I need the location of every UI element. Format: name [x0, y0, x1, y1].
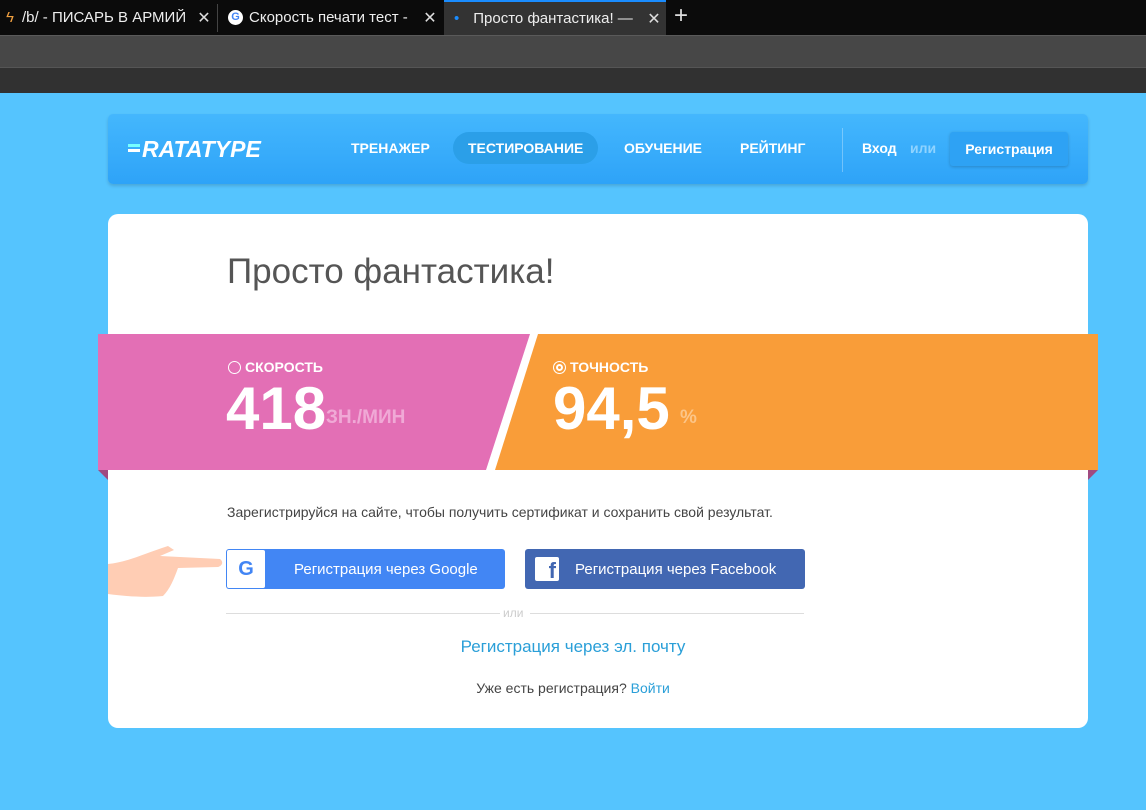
- site-header: RATATYPE ТРЕНАЖЕР ТЕСТИРОВАНИЕ ОБУЧЕНИЕ …: [108, 114, 1088, 184]
- result-ribbon: СКОРОСТЬ 418 ЗН./МИН ТОЧНОСТЬ 94,5 %: [98, 334, 1098, 480]
- nav-learning[interactable]: ОБУЧЕНИЕ: [609, 132, 717, 164]
- or-divider-text: или: [503, 606, 524, 620]
- nav-trainer[interactable]: ТРЕНАЖЕР: [336, 132, 445, 164]
- google-icon: G: [227, 550, 265, 588]
- lightning-icon: ϟ: [6, 9, 14, 26]
- tab-title: /b/ - ПИСАРЬ В АРМИЙ: [21, 9, 187, 26]
- tab-title: Просто фантастика! —: [473, 10, 633, 27]
- have-account-text: Уже есть регистрация? Войти: [476, 680, 670, 696]
- stopwatch-icon: [228, 360, 241, 374]
- bookmarks-bar: [0, 67, 1146, 93]
- speed-unit: ЗН./МИН: [326, 407, 406, 428]
- address-bar[interactable]: [0, 35, 1146, 67]
- tab-title: Скорость печати тест -: [249, 9, 408, 26]
- google-icon: G: [228, 10, 243, 25]
- email-signup-link[interactable]: Регистрация через эл. почту: [0, 637, 1146, 657]
- login-link[interactable]: Войти: [631, 680, 670, 696]
- facebook-signup-button[interactable]: f Регистрация через Facebook: [525, 549, 805, 589]
- accuracy-label: ТОЧНОСТЬ: [553, 359, 648, 375]
- pointing-hand-icon: [108, 546, 223, 597]
- logo[interactable]: RATATYPE: [128, 136, 261, 163]
- divider: [530, 613, 804, 614]
- register-button[interactable]: Регистрация: [950, 132, 1068, 166]
- google-signup-button[interactable]: G Регистрация через Google: [226, 549, 505, 589]
- nav-testing[interactable]: ТЕСТИРОВАНИЕ: [453, 132, 599, 164]
- speed-value: 418: [226, 375, 327, 442]
- close-icon[interactable]: ✕: [192, 8, 216, 28]
- tab-3-active[interactable]: • Просто фантастика! — ✕: [444, 0, 666, 35]
- facebook-signup-label: Регистрация через Facebook: [575, 561, 777, 578]
- or-text: или: [910, 140, 937, 156]
- divider: [226, 613, 500, 614]
- close-icon[interactable]: ✕: [418, 8, 442, 28]
- page-title: Просто фантастика!: [227, 252, 555, 291]
- accuracy-value: 94,5: [553, 375, 670, 442]
- google-signup-label: Регистрация через Google: [294, 561, 478, 578]
- close-icon[interactable]: ✕: [642, 9, 666, 29]
- loading-dot-icon: •: [454, 10, 460, 27]
- facebook-icon: f: [535, 557, 559, 583]
- speed-label: СКОРОСТЬ: [228, 359, 323, 375]
- target-icon: [553, 360, 566, 374]
- accuracy-unit: %: [680, 407, 697, 428]
- nav-rating[interactable]: РЕЙТИНГ: [725, 132, 820, 164]
- tab-2[interactable]: G Скорость печати тест - ✕: [222, 0, 442, 35]
- signup-info: Зарегистрируйся на сайте, чтобы получить…: [227, 504, 773, 520]
- new-tab-icon[interactable]: +: [674, 2, 688, 30]
- tab-1[interactable]: ϟ/b/ - ПИСАРЬ В АРМИЙ ✕: [0, 0, 216, 35]
- tab-bar: ϟ/b/ - ПИСАРЬ В АРМИЙ ✕ G Скорость печати …: [0, 0, 1146, 35]
- login-link[interactable]: Вход: [862, 140, 897, 156]
